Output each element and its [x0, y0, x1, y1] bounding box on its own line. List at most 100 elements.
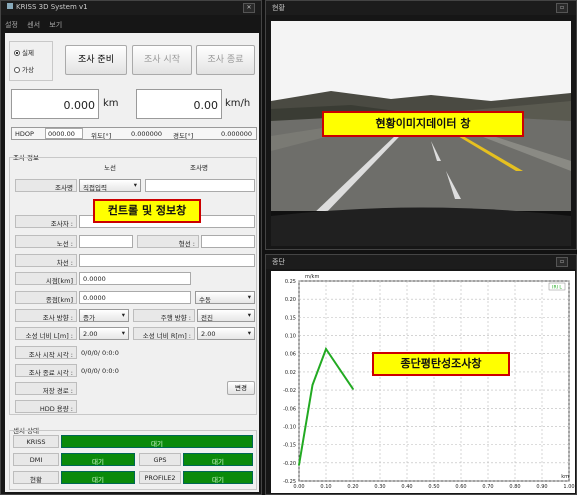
gps-status: 대기 [183, 453, 253, 466]
end-survey-button[interactable]: 조사 종료 [196, 45, 255, 75]
shape-label: 형선 : [137, 235, 199, 248]
start-time-value: 0/0/0/ 0:0:0 [81, 349, 119, 357]
y-axis-label: m/km [305, 274, 319, 280]
route-label: 노선 : [15, 235, 77, 248]
start-survey-button[interactable]: 조사 시작 [132, 45, 192, 75]
start-point-label: 시점[km] [15, 272, 77, 285]
name-input[interactable] [145, 179, 255, 192]
width-l-select[interactable]: 2.00 [79, 327, 129, 340]
x-tick-label: 0.60 [455, 484, 466, 490]
main-title-bar: KRISS 3D System v1 [1, 1, 261, 15]
chart-window: 종단 ▫ 0.00 0.10 0.20 0.30 0.40 0.50 0.60 0.70 0.8… [265, 254, 577, 495]
width-l-label: 소성 너비 L[m] : [15, 327, 77, 340]
direction-select[interactable]: 증가 [79, 309, 129, 322]
dmi-label: DMI [13, 453, 59, 466]
x-tick-label: 0.20 [347, 484, 358, 490]
image-window: 현황 ▫ 현황이미지데이터 창 [265, 0, 577, 250]
width-r-label: 소성 너비 R[m] : [133, 327, 195, 340]
distance-display: 0.000 [11, 89, 99, 119]
end-mode-select[interactable]: 수동 [195, 291, 255, 304]
x-tick-label: 0.10 [320, 484, 331, 490]
legend-label: IRI L [552, 285, 562, 291]
direction-label: 조사 방향 : [15, 309, 77, 322]
image-callout: 현황이미지데이터 창 [322, 111, 524, 137]
lane-input[interactable] [79, 254, 255, 267]
image-title-bar: 현황 [266, 1, 576, 15]
radio-checked-icon [14, 50, 20, 56]
speed-display: 0.00 [136, 89, 222, 119]
radio-virtual[interactable]: 가상 [14, 64, 34, 74]
menu-sensors[interactable]: 센서 [27, 21, 40, 29]
hdd-label: HDD 용량 : [15, 400, 77, 413]
x-tick-label: 0.50 [428, 484, 439, 490]
radio-real[interactable]: 실제 [14, 47, 34, 57]
chart-title-bar: 종단 [266, 255, 576, 269]
lat-label: 위도[°] [91, 132, 112, 140]
drive-label: 주행 방향 : [133, 309, 195, 322]
name-select[interactable]: 직접입력 [79, 179, 141, 192]
y-tick-label: -0.02 [283, 388, 296, 394]
menu-settings[interactable]: 설정 [5, 21, 18, 29]
profile-status: 대기 [183, 471, 253, 484]
end-time-label: 조사 종료 시각 : [15, 364, 77, 377]
end-point-label: 종점[km] [15, 291, 77, 304]
control-callout: 컨트롤 및 정보창 [93, 199, 201, 223]
lat-value: 0.000000 [131, 130, 163, 138]
save-path-label: 저장 경로 : [15, 382, 77, 395]
data-point [338, 368, 341, 370]
gps-label: GPS [139, 453, 181, 466]
y-tick-label: -0.20 [283, 461, 296, 467]
y-tick-label: -0.10 [283, 424, 296, 430]
surveyor-label: 조사자 : [15, 215, 77, 228]
start-time-label: 조사 시작 시각 : [15, 346, 77, 359]
profile-label: PROFILE2 [139, 471, 181, 484]
app-icon [7, 3, 13, 9]
data-point [311, 384, 314, 386]
y-tick-label: -0.25 [283, 479, 296, 485]
start-point-input[interactable]: 0.0000 [79, 272, 191, 285]
shape-input[interactable] [201, 235, 255, 248]
route-header: 노선 [79, 160, 141, 173]
drive-select[interactable]: 전진 [197, 309, 255, 322]
chart-restore-button[interactable]: ▫ [556, 257, 568, 267]
data-point [325, 348, 327, 350]
x-tick-label: 0.40 [401, 484, 412, 490]
prepare-survey-button[interactable]: 조사 준비 [65, 45, 127, 75]
kriss-status: 대기 [61, 435, 253, 448]
y-tick-label: 0.15 [285, 315, 296, 321]
end-point-input[interactable]: 0.0000 [79, 291, 191, 304]
window-title: KRISS 3D System v1 [16, 3, 88, 11]
hdop-value: 0000.00 [45, 128, 83, 139]
x-tick-label: 0.70 [482, 484, 493, 490]
control-panel: 실제 가상 조사 준비 조사 시작 조사 종료 0.000 km 0.00 km… [5, 33, 259, 492]
menu-bar: 설정 센서 보기 [5, 20, 62, 30]
close-button[interactable]: ✕ [243, 3, 255, 13]
x-tick-label: 0.30 [374, 484, 385, 490]
data-point [298, 464, 300, 466]
x-tick-label: 0.80 [509, 484, 520, 490]
speed-unit: km/h [225, 98, 251, 109]
name-label: 조사명 [15, 179, 77, 192]
y-tick-label: 0.20 [285, 297, 296, 303]
hdop-label: HDOP [15, 130, 34, 138]
change-path-button[interactable]: 변경 [227, 381, 255, 395]
distance-unit: km [103, 98, 119, 109]
name-header: 조사명 [145, 160, 253, 173]
dmi-status: 대기 [61, 453, 135, 466]
image-restore-button[interactable]: ▫ [556, 3, 568, 13]
width-r-select[interactable]: 2.00 [197, 327, 255, 340]
main-window: KRISS 3D System v1 ✕ 설정 센서 보기 실제 가상 조사 준… [0, 0, 262, 495]
y-tick-label: -0.15 [283, 443, 296, 449]
camera-label: 현황 [13, 471, 59, 484]
kriss-label: KRISS [13, 435, 59, 448]
radio-unchecked-icon [14, 67, 20, 73]
chart-area: 0.00 0.10 0.20 0.30 0.40 0.50 0.60 0.70 0.80 0.90… [271, 271, 575, 493]
y-tick-label: -0.06 [283, 406, 296, 412]
lon-value: 0.000000 [221, 130, 253, 138]
y-tick-label: 0.10 [285, 334, 296, 340]
data-point [352, 388, 354, 390]
x-axis-label: km [561, 474, 569, 480]
menu-view[interactable]: 보기 [49, 21, 62, 29]
route-input[interactable] [79, 235, 133, 248]
camera-status: 대기 [61, 471, 135, 484]
